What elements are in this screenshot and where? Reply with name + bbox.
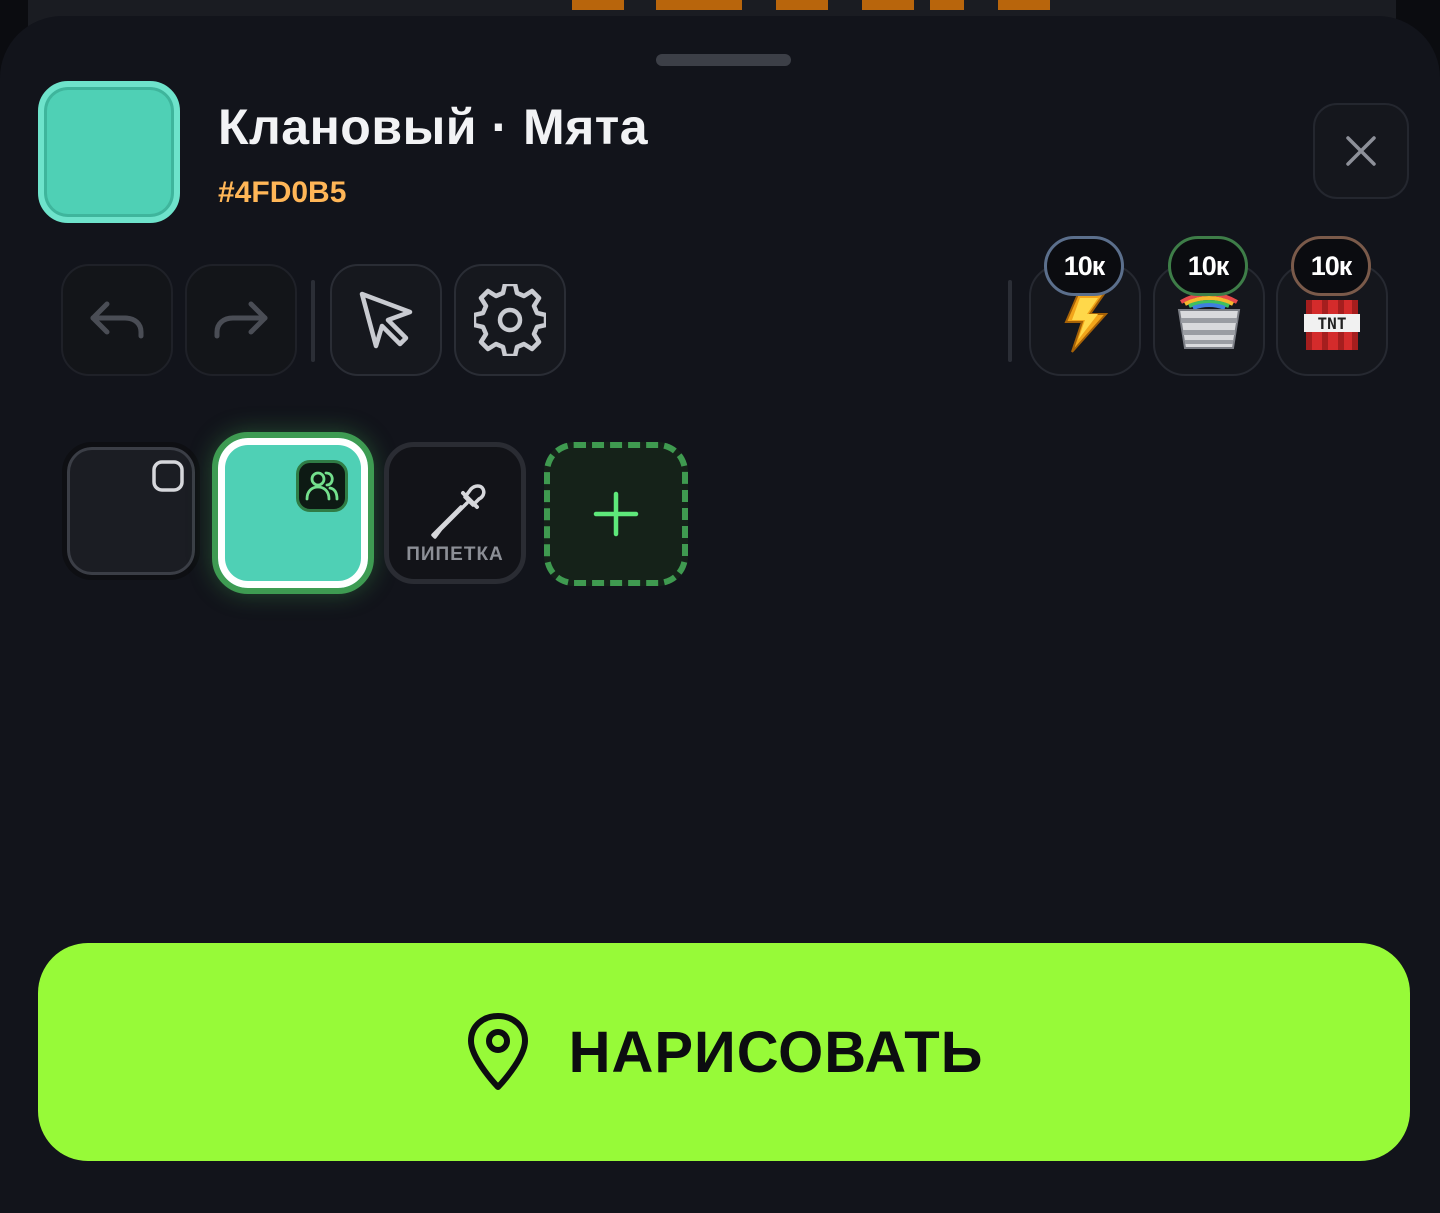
toolbar-divider bbox=[311, 280, 315, 362]
current-color-preview bbox=[38, 81, 180, 223]
empty-square-icon bbox=[152, 460, 184, 492]
lightning-icon bbox=[1064, 293, 1109, 353]
powerup-paint-bucket-count: 10к bbox=[1168, 236, 1248, 296]
palette-slot-empty[interactable] bbox=[62, 442, 200, 580]
close-button[interactable] bbox=[1313, 103, 1409, 199]
close-icon bbox=[1346, 136, 1376, 166]
pipette-label: ПИПЕТКА bbox=[406, 544, 504, 565]
color-hex-code: #4FD0B5 bbox=[218, 176, 347, 209]
color-picker-sheet: Клановый · Мята #4FD0B5 10к 10к TNT 10к … bbox=[0, 16, 1440, 1213]
draw-button[interactable]: НАРИСОВАТЬ bbox=[38, 943, 1410, 1161]
color-title: Клановый · Мята bbox=[218, 99, 649, 155]
powerup-lightning-count: 10к bbox=[1044, 236, 1124, 296]
cursor-icon bbox=[359, 291, 413, 349]
add-color-button[interactable] bbox=[544, 442, 688, 586]
plus-icon bbox=[593, 491, 639, 537]
redo-icon bbox=[214, 301, 268, 339]
tnt-icon: TNT bbox=[1304, 300, 1360, 350]
users-icon bbox=[305, 471, 339, 501]
gear-icon bbox=[474, 284, 546, 356]
pipette-button[interactable]: ПИПЕТКА bbox=[384, 442, 526, 584]
select-tool-button[interactable] bbox=[330, 264, 442, 376]
sheet-grab-handle[interactable] bbox=[656, 54, 791, 66]
powerup-tnt-count: 10к bbox=[1291, 236, 1371, 296]
eyedropper-icon bbox=[431, 484, 486, 539]
rainbow-bucket-icon bbox=[1177, 292, 1241, 349]
powerup-divider bbox=[1008, 280, 1012, 362]
palette-slot-clan-color[interactable] bbox=[212, 432, 374, 594]
undo-button[interactable] bbox=[61, 264, 173, 376]
draw-button-label: НАРИСОВАТЬ bbox=[568, 1019, 984, 1085]
clan-badge bbox=[296, 460, 348, 512]
settings-button[interactable] bbox=[454, 264, 566, 376]
redo-button[interactable] bbox=[185, 264, 297, 376]
svg-text:TNT: TNT bbox=[1318, 314, 1347, 333]
map-pin-icon bbox=[467, 1013, 528, 1090]
undo-icon bbox=[90, 301, 144, 339]
